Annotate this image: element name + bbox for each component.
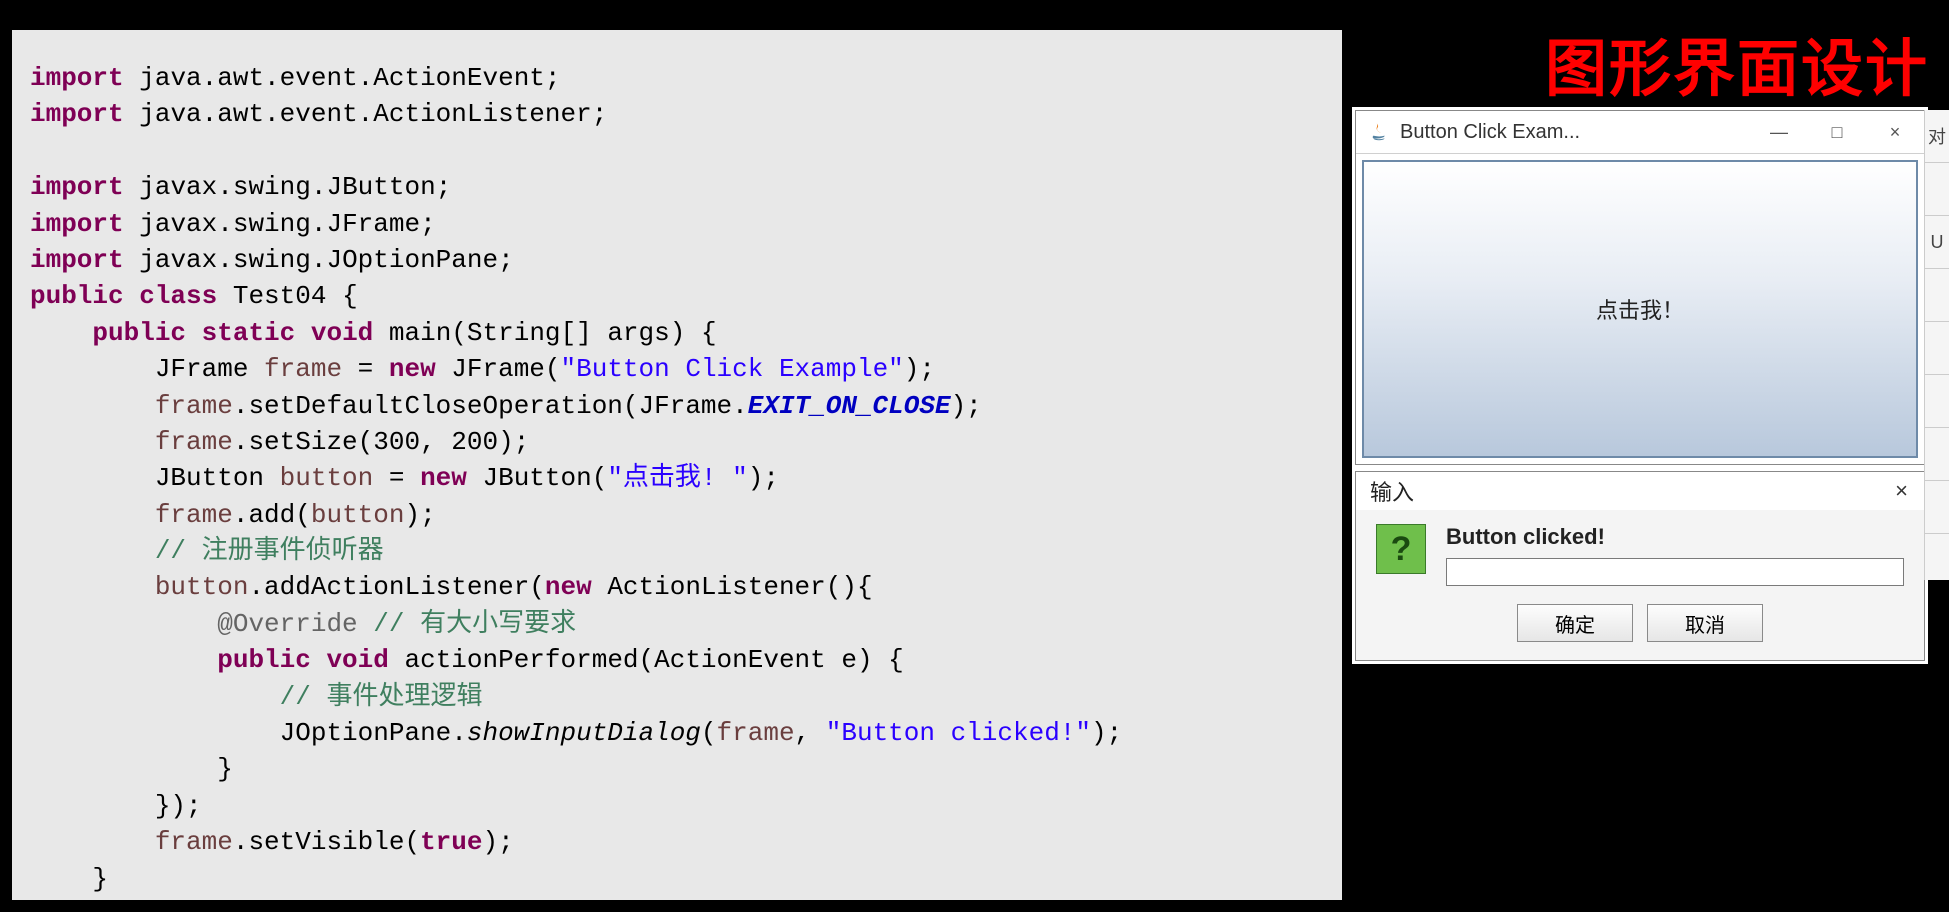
maximize-button[interactable]: □	[1808, 111, 1866, 153]
dialog-title: 输入	[1370, 475, 1414, 507]
dialog-message: Button clicked!	[1446, 524, 1904, 550]
jframe-title: Button Click Exam...	[1400, 121, 1750, 144]
screenshot-area: Button Click Exam... — □ × 点击我！ 输入 × ?	[1355, 110, 1925, 661]
background-sheet-edge: 对 U	[1924, 110, 1949, 580]
close-button[interactable]: ×	[1866, 111, 1924, 153]
slide-title: 图形界面设计	[1545, 18, 1929, 108]
java-icon	[1368, 121, 1390, 143]
dialog-close-button[interactable]: ×	[1887, 478, 1916, 504]
jframe-window: Button Click Exam... — □ × 点击我！	[1355, 110, 1925, 465]
cancel-button[interactable]: 取消	[1647, 604, 1763, 642]
input-dialog: 输入 × ? Button clicked! 确定 取消	[1355, 471, 1925, 661]
dialog-input[interactable]	[1446, 558, 1904, 586]
question-icon: ?	[1376, 524, 1426, 574]
click-me-button[interactable]: 点击我！	[1362, 160, 1918, 458]
minimize-button[interactable]: —	[1750, 111, 1808, 153]
ok-button[interactable]: 确定	[1517, 604, 1633, 642]
jframe-titlebar: Button Click Exam... — □ ×	[1356, 111, 1924, 154]
code-block: import java.awt.event.ActionEvent; impor…	[12, 30, 1342, 900]
